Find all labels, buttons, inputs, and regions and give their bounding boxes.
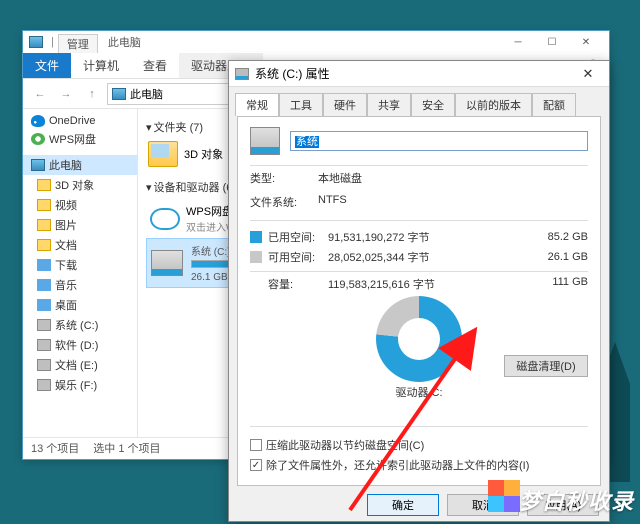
tab-quota[interactable]: 配额: [532, 93, 576, 116]
watermark-logo: [488, 480, 520, 512]
free-color-swatch: [250, 251, 262, 263]
type-label: 类型:: [250, 170, 318, 186]
folder-icon: [148, 141, 178, 167]
compress-label: 压缩此驱动器以节约磁盘空间(C): [266, 437, 424, 453]
capacity-label: 容量:: [268, 276, 328, 292]
music-icon: [37, 279, 51, 291]
nav-forward-button[interactable]: →: [55, 83, 77, 105]
nav-up-button[interactable]: ↑: [81, 83, 103, 105]
free-label: 可用空间:: [268, 249, 328, 265]
used-bytes: 91,531,190,272 字节: [328, 229, 533, 245]
download-icon: [37, 259, 51, 271]
window-title: 此电脑: [108, 34, 141, 50]
sidebar-item-drive-f[interactable]: 娱乐 (F:): [23, 375, 137, 395]
desktop-icon: [37, 299, 51, 311]
tab-sharing[interactable]: 共享: [367, 93, 411, 116]
explorer-titlebar[interactable]: | 管理 此电脑 ─ ☐ ✕: [23, 31, 609, 53]
tab-previous[interactable]: 以前的版本: [455, 93, 532, 116]
watermark-text: 梦白秒收录: [519, 484, 634, 516]
used-label: 已用空间:: [268, 229, 328, 245]
sidebar-item-music[interactable]: 音乐: [23, 275, 137, 295]
fs-value: NTFS: [318, 194, 588, 210]
ribbon-tab-file[interactable]: 文件: [23, 53, 71, 78]
properties-titlebar[interactable]: 系统 (C:) 属性 ✕: [229, 61, 609, 87]
sidebar-item-3dobjects[interactable]: 3D 对象: [23, 175, 137, 195]
folder-icon: [37, 179, 51, 191]
cloud-icon: [150, 208, 180, 230]
thispc-icon: [29, 36, 43, 48]
drive-icon: [151, 250, 183, 276]
free-gb: 26.1 GB: [533, 251, 588, 263]
wps-icon: [31, 133, 45, 145]
properties-body: 系统 类型:本地磁盘 文件系统:NTFS 已用空间:91,531,190,272…: [237, 116, 601, 486]
sidebar-item-drive-c[interactable]: 系统 (C:): [23, 315, 137, 335]
drive-large-icon: [250, 127, 280, 155]
drive-label: 驱动器 C:: [395, 384, 442, 400]
drive-icon: [37, 339, 51, 351]
sidebar-item-documents[interactable]: 文档: [23, 235, 137, 255]
index-checkbox[interactable]: ✓: [250, 459, 262, 471]
ok-button[interactable]: 确定: [367, 494, 439, 516]
onedrive-icon: [31, 115, 45, 127]
tab-general[interactable]: 常规: [235, 93, 279, 116]
drive-icon: [37, 359, 51, 371]
index-label: 除了文件属性外，还允许索引此驱动器上文件的内容(I): [266, 457, 529, 473]
maximize-button[interactable]: ☐: [535, 31, 569, 53]
sidebar-item-drive-d[interactable]: 软件 (D:): [23, 335, 137, 355]
sidebar-thispc[interactable]: 此电脑: [23, 155, 137, 175]
sidebar-item-desktop[interactable]: 桌面: [23, 295, 137, 315]
ribbon-context-label: 管理: [58, 34, 98, 53]
used-gb: 85.2 GB: [533, 231, 588, 243]
drive-icon: [235, 68, 249, 80]
address-icon: [112, 88, 126, 100]
sidebar-wps[interactable]: WPS网盘: [23, 129, 137, 149]
free-bytes: 28,052,025,344 字节: [328, 249, 533, 265]
usage-pie-chart: [376, 296, 462, 382]
minimize-button[interactable]: ─: [501, 31, 535, 53]
used-color-swatch: [250, 231, 262, 243]
drive-icon: [37, 319, 51, 331]
capacity-gb: 111 GB: [533, 276, 588, 292]
ribbon-tab-view[interactable]: 查看: [131, 53, 179, 78]
sidebar-item-videos[interactable]: 视频: [23, 195, 137, 215]
sidebar-item-pictures[interactable]: 图片: [23, 215, 137, 235]
properties-title: 系统 (C:) 属性: [255, 65, 330, 82]
pc-icon: [31, 159, 45, 171]
sidebar-item-drive-e[interactable]: 文档 (E:): [23, 355, 137, 375]
tab-security[interactable]: 安全: [411, 93, 455, 116]
drive-icon: [37, 379, 51, 391]
disk-cleanup-button[interactable]: 磁盘清理(D): [504, 355, 588, 377]
capacity-bytes: 119,583,215,616 字节: [328, 276, 533, 292]
properties-close-button[interactable]: ✕: [573, 64, 603, 84]
folder-icon: [37, 199, 51, 211]
type-value: 本地磁盘: [318, 170, 588, 186]
status-selected: 选中 1 个项目: [93, 440, 160, 456]
fs-label: 文件系统:: [250, 194, 318, 210]
status-count: 13 个项目: [31, 440, 79, 456]
properties-dialog: 系统 (C:) 属性 ✕ 常规 工具 硬件 共享 安全 以前的版本 配额 系统 …: [228, 60, 610, 522]
nav-back-button[interactable]: ←: [29, 83, 51, 105]
sidebar: OneDrive WPS网盘 此电脑 3D 对象 视频 图片 文档 下载 音乐 …: [23, 109, 138, 437]
ribbon-tab-computer[interactable]: 计算机: [71, 53, 131, 78]
tab-tools[interactable]: 工具: [279, 93, 323, 116]
properties-tabs: 常规 工具 硬件 共享 安全 以前的版本 配额: [229, 87, 609, 116]
sidebar-onedrive[interactable]: OneDrive: [23, 113, 137, 129]
folder-icon: [37, 219, 51, 231]
close-button[interactable]: ✕: [569, 31, 603, 53]
address-path: 此电脑: [130, 86, 163, 102]
titlebar-sep: |: [51, 36, 54, 48]
drive-name-input[interactable]: 系统: [290, 131, 588, 151]
folder-3dobjects[interactable]: 3D 对象: [146, 139, 226, 169]
ribbon-context-group: 管理: [58, 31, 98, 53]
sidebar-item-downloads[interactable]: 下载: [23, 255, 137, 275]
folder-icon: [37, 239, 51, 251]
tab-hardware[interactable]: 硬件: [323, 93, 367, 116]
compress-checkbox[interactable]: [250, 439, 262, 451]
